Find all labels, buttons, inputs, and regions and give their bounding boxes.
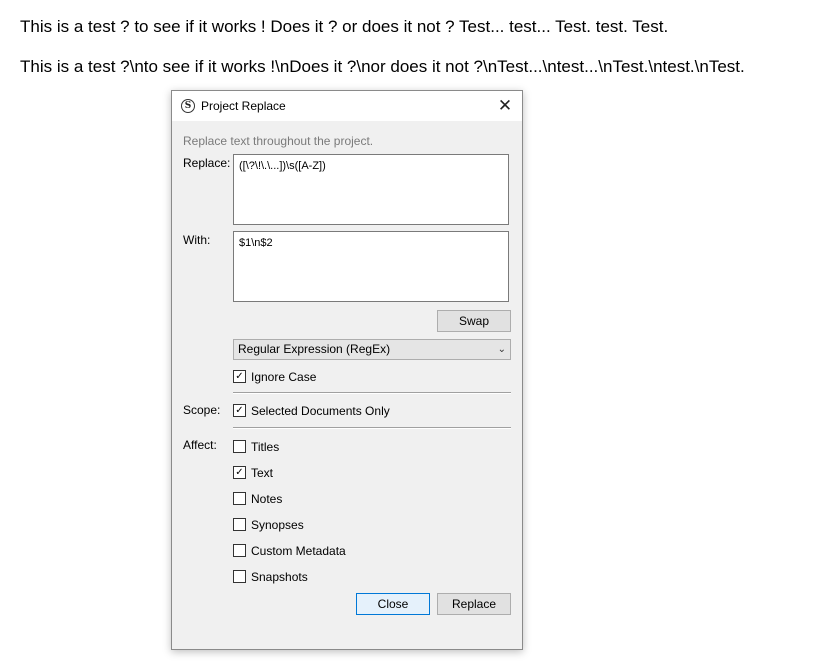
mode-select-value: Regular Expression (RegEx) [238, 342, 391, 356]
document-text-line-1[interactable]: This is a test ? to see if it works ! Do… [20, 17, 668, 37]
checkbox-box[interactable]: ✓ [233, 370, 246, 383]
close-icon[interactable]: ✕ [494, 95, 516, 117]
swap-button[interactable]: Swap [437, 310, 511, 332]
chevron-down-icon: ⌄ [497, 344, 506, 355]
replace-input[interactable]: ([\?\!\.\...])\s([A-Z]) [233, 154, 509, 225]
checkbox-box[interactable] [233, 518, 246, 531]
checkbox-label: Titles [251, 440, 280, 454]
with-input[interactable]: $1\n$2 [233, 231, 509, 302]
project-replace-dialog: S Project Replace ✕ Replace text through… [171, 90, 523, 650]
divider [233, 392, 511, 394]
divider [233, 427, 511, 429]
checkbox-box[interactable]: ✓ [233, 466, 246, 479]
mode-select[interactable]: Regular Expression (RegEx) ⌄ [233, 339, 511, 360]
checkbox-label: Selected Documents Only [251, 404, 390, 418]
checkbox-label: Snapshots [251, 570, 308, 584]
checkbox-label: Synopses [251, 518, 304, 532]
checkbox-label: Notes [251, 492, 283, 506]
affect-label: Affect: [183, 438, 217, 452]
document-text-line-2[interactable]: This is a test ?\nto see if it works !\n… [20, 57, 745, 77]
checkbox-box[interactable] [233, 570, 246, 583]
with-label: With: [183, 233, 211, 247]
scrivener-s-icon: S [181, 99, 195, 113]
checkbox-box[interactable] [233, 544, 246, 557]
close-button[interactable]: Close [356, 593, 430, 615]
checkbox-label: Text [251, 466, 274, 480]
checkbox-label: Custom Metadata [251, 544, 346, 558]
dialog-title: Project Replace [201, 99, 286, 113]
replace-button[interactable]: Replace [437, 593, 511, 615]
checkbox-box[interactable] [233, 492, 246, 505]
scope-label: Scope: [183, 403, 221, 417]
dialog-titlebar[interactable]: S Project Replace ✕ [172, 91, 522, 121]
checkbox-box[interactable] [233, 440, 246, 453]
dialog-hint: Replace text throughout the project. [183, 134, 374, 148]
checkbox-label: Ignore Case [251, 370, 317, 384]
replace-label: Replace: [183, 156, 231, 170]
checkbox-box[interactable]: ✓ [233, 404, 246, 417]
